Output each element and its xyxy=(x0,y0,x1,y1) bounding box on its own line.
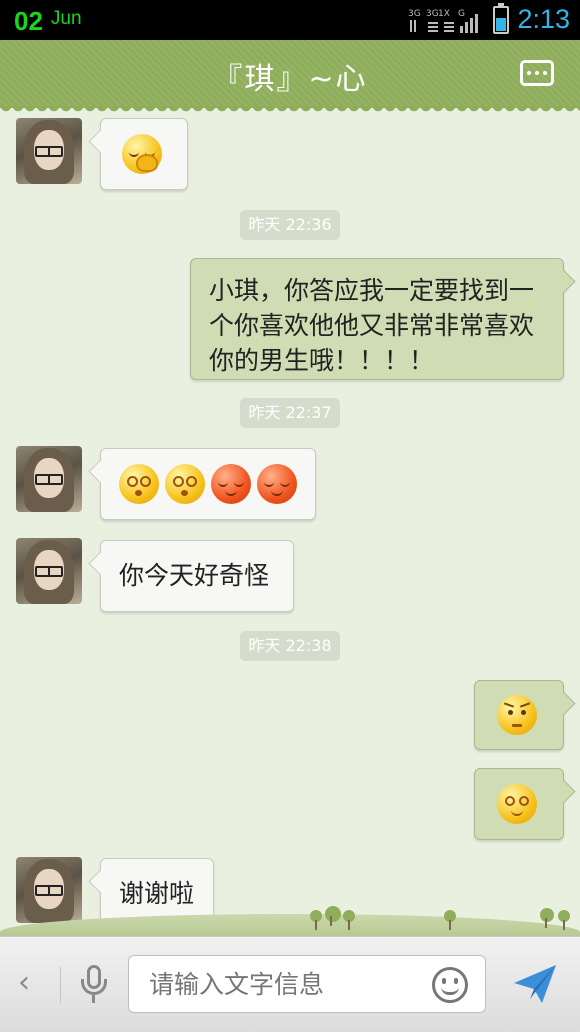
smiley-icon[interactable] xyxy=(432,967,468,1003)
send-icon[interactable] xyxy=(512,963,558,1005)
background-scenery xyxy=(0,890,580,936)
shy-emoji-icon xyxy=(211,464,251,504)
embarrassed-emoji-icon xyxy=(122,134,162,174)
divider xyxy=(60,967,61,1003)
contact-avatar[interactable] xyxy=(16,446,82,512)
more-options-button[interactable] xyxy=(520,60,554,86)
incoming-message-bubble[interactable] xyxy=(100,118,188,190)
incoming-message-bubble[interactable]: 你今天好奇怪 xyxy=(100,540,294,612)
contact-name: 『琪』~心 xyxy=(212,62,368,97)
status-day: 02 xyxy=(14,6,43,36)
outgoing-message-bubble[interactable] xyxy=(474,768,564,840)
outgoing-message-bubble[interactable]: 小琪，你答应我一定要找到一个你喜欢他他又非常非常喜欢你的男生哦！！！！ xyxy=(190,258,564,380)
svg-text:3G: 3G xyxy=(408,9,421,19)
annoyed-emoji-icon xyxy=(497,695,537,735)
confused-emoji-icon xyxy=(497,784,537,824)
status-time: 2:13 xyxy=(517,4,570,34)
svg-text:G: G xyxy=(458,9,465,19)
message-text: 小琪，你答应我一定要找到一个你喜欢他他又非常非常喜欢你的男生哦！！！！ xyxy=(209,276,535,375)
battery-icon xyxy=(493,3,509,34)
chat-message-list[interactable]: 昨天 22:36 小琪，你答应我一定要找到一个你喜欢他他又非常非常喜欢你的男生哦… xyxy=(0,108,580,936)
dizzy-emoji-icon xyxy=(165,464,205,504)
message-input-bar: ‹ xyxy=(0,936,580,1032)
chat-header: 『琪』~心 xyxy=(0,40,580,114)
svg-text:3G: 3G xyxy=(426,9,439,19)
svg-text:1X: 1X xyxy=(438,9,450,19)
dizzy-emoji-icon xyxy=(119,464,159,504)
contact-avatar[interactable] xyxy=(16,538,82,604)
contact-avatar[interactable] xyxy=(16,118,82,184)
message-timestamp: 昨天 22:38 xyxy=(240,631,340,661)
shy-emoji-icon xyxy=(257,464,297,504)
network-signal-icon: 3G 3G 1X G xyxy=(408,9,478,33)
microphone-icon[interactable] xyxy=(78,965,110,1007)
message-timestamp: 昨天 22:37 xyxy=(240,398,340,428)
outgoing-message-bubble[interactable] xyxy=(474,680,564,750)
message-timestamp: 昨天 22:36 xyxy=(240,210,340,240)
status-bar: 02 Jun 3G 3G 1X G 2:13 xyxy=(0,0,580,40)
status-date: 02 Jun xyxy=(14,6,82,37)
more-icon xyxy=(527,71,531,75)
incoming-message-bubble[interactable] xyxy=(100,448,316,520)
back-icon[interactable]: ‹ xyxy=(18,965,30,1000)
message-text: 你今天好奇怪 xyxy=(119,561,270,590)
status-month: Jun xyxy=(50,8,82,29)
